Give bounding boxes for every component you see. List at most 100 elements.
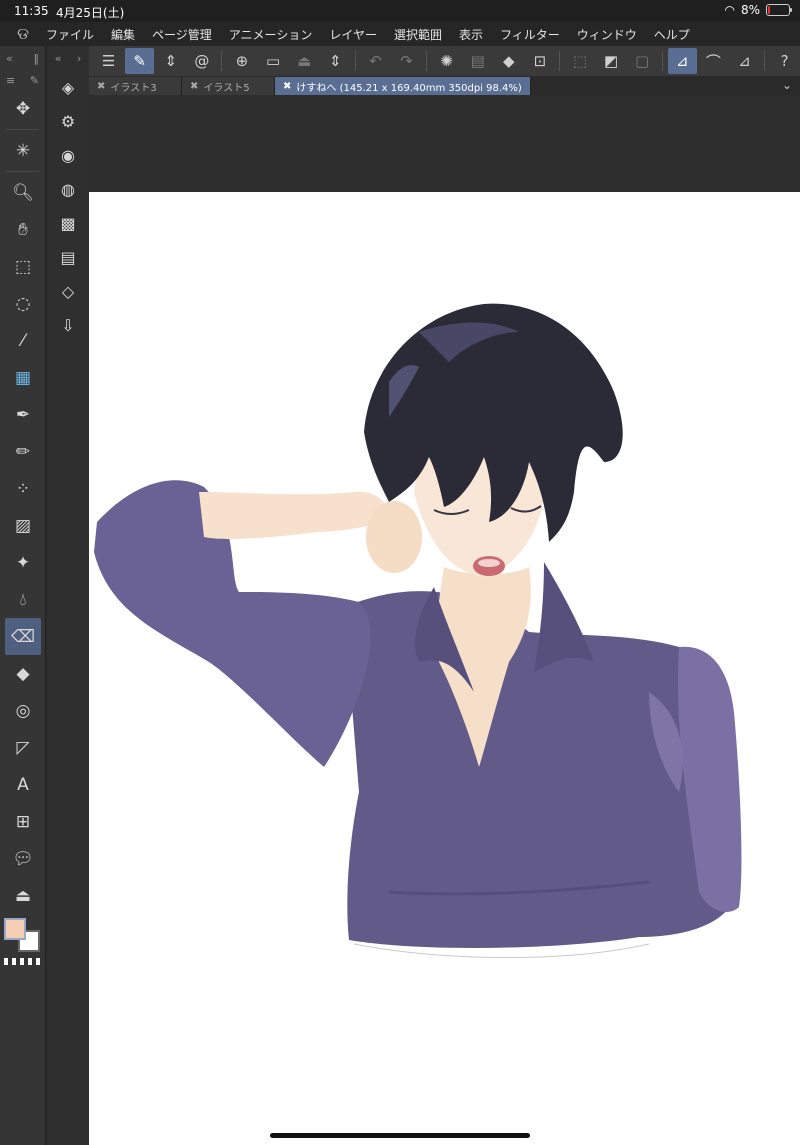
menu-edit[interactable]: 編集 (111, 26, 135, 43)
move-icon[interactable]: ✥ (0, 90, 46, 127)
new-file-icon[interactable]: ⊕ (227, 48, 256, 74)
lasso-icon[interactable]: ◌ (0, 285, 46, 322)
brush-small-icon: ✎ (29, 73, 39, 87)
edit-mode-icon[interactable]: ✎ (125, 48, 155, 74)
document-tabs: ✖ イラスト3 ✖ イラスト5 ✖ けすねへ (145.21 x 169.40m… (89, 77, 800, 95)
collapse-left-icon[interactable]: « (6, 52, 13, 65)
menu-window[interactable]: ウィンドウ (577, 26, 637, 43)
close-icon[interactable]: ✖ (190, 81, 198, 92)
menu-page[interactable]: ページ管理 (152, 26, 212, 43)
tool-palette: « ‖ ≡ ✎ ✥ ✳ 🔍︎ ✋︎ ⬚ ◌ ⁄ ▦ ✒ ✏ ⁘ ▨ ✦ 💧︎ ⌫… (0, 46, 46, 1145)
menu-bar: ଡ ファイル 編集 ページ管理 アニメーション レイヤー 選択範囲 表示 フィル… (0, 22, 800, 46)
hand (366, 501, 422, 573)
tool-palette-header: « ‖ (0, 46, 45, 70)
menu-layer[interactable]: レイヤー (329, 26, 377, 43)
drag-handle-icon[interactable]: ‖ (34, 52, 40, 65)
fill-icon[interactable]: ◆ (0, 655, 46, 692)
tab-label: イラスト5 (203, 82, 250, 94)
pencil-icon[interactable]: ✏ (0, 433, 46, 470)
illustration (94, 303, 742, 958)
ruler-snap-icon[interactable]: ⊿ (667, 48, 697, 74)
fill-command-icon[interactable]: ◆ (494, 48, 523, 74)
transform-icon[interactable]: ⊡ (525, 48, 554, 74)
redo-icon[interactable]: ↷ (392, 48, 421, 74)
help-icon[interactable]: ? (770, 48, 799, 74)
up-down-icon[interactable]: ⇕ (156, 48, 185, 74)
forearm (199, 491, 389, 540)
date: 4月25日(土) (56, 6, 125, 20)
hand-icon[interactable]: ✋︎ (0, 211, 46, 248)
import-icon[interactable]: ⇩ (47, 308, 89, 342)
airbrush-icon[interactable]: ⁘ (0, 470, 46, 507)
command-bar: ☰ ✎ ⇕ @ ⊕ ▭ ⏏ ⇕ ↶ ↷ ✺ ▤ ◆ ⊡ ⬚ ◩ ▢ ⊿ ⌒ ⊿ … (89, 46, 800, 76)
fill-settings-icon[interactable]: ◉ (47, 138, 89, 172)
fill-layer-icon[interactable]: ▦ (0, 359, 46, 396)
open-folder-icon[interactable]: ▭ (259, 48, 288, 74)
spiral-icon[interactable]: @ (187, 48, 216, 74)
app-logo-icon[interactable]: ଡ (0, 24, 46, 44)
frame-icon[interactable]: ⊞ (0, 803, 46, 840)
save-icon[interactable]: ⏏ (290, 48, 319, 74)
object-select-icon[interactable]: ⬚ (0, 248, 46, 285)
clear-outside-icon[interactable]: ▤ (463, 48, 492, 74)
transparent-color-swatch[interactable] (4, 958, 42, 965)
chevron-down-icon[interactable]: ⌄ (782, 78, 792, 92)
up-down2-icon[interactable]: ⇕ (321, 48, 350, 74)
smudge-icon[interactable]: ◎ (0, 692, 46, 729)
text-icon[interactable]: A (0, 766, 46, 803)
sub-tool-palette: « › ◈ ⚙ ◉ ◍ ▩ ▤ ◇ ⇩ (47, 46, 89, 1145)
layer-props-icon[interactable]: ◈ (47, 70, 89, 104)
sparkle-icon[interactable]: ✦ (0, 544, 46, 581)
tab-label: けすねへ (145.21 x 169.40mm 350dpi 98.4%) (296, 82, 522, 94)
color-swatches (0, 914, 45, 974)
hamburger-menu-icon[interactable]: ☰ (94, 48, 123, 74)
battery-level (768, 6, 770, 14)
navigator-icon[interactable]: ◍ (47, 172, 89, 206)
menu-help[interactable]: ヘルプ (654, 26, 690, 43)
clear-icon[interactable]: ✺ (432, 48, 461, 74)
home-indicator (270, 1133, 530, 1138)
ruler-icon[interactable]: ◸ (0, 729, 46, 766)
drawing-canvas[interactable] (89, 192, 800, 1145)
main-color-swatch[interactable] (4, 918, 26, 940)
clock: 11:35 (14, 4, 49, 18)
layers-icon[interactable]: ◇ (47, 274, 89, 308)
deselect-icon[interactable]: ⬚ (565, 48, 594, 74)
material-icon[interactable]: ▩ (47, 206, 89, 240)
brush-snap-icon[interactable]: ⌒ (699, 48, 728, 74)
tab-illust5[interactable]: ✖ イラスト5 (182, 77, 275, 95)
menu-animation[interactable]: アニメーション (229, 26, 313, 43)
line-snap-icon[interactable]: ⊿ (730, 48, 759, 74)
invert-selection-icon[interactable]: ◩ (597, 48, 626, 74)
selection-border-icon[interactable]: ▢ (628, 48, 657, 74)
collapse-icon[interactable]: « (55, 52, 62, 65)
animation-icon[interactable]: ▤ (47, 240, 89, 274)
balloon-icon[interactable]: 💬︎ (0, 840, 46, 877)
tab-current[interactable]: ✖ けすねへ (145.21 x 169.40mm 350dpi 98.4%) (275, 77, 531, 95)
sub-tool-header: « › (47, 46, 89, 70)
zoom-icon[interactable]: 🔍︎ (0, 174, 46, 211)
layer-settings-icon[interactable]: ⚙ (47, 104, 89, 138)
wand-icon[interactable]: ✳ (0, 132, 46, 169)
tab-illust3[interactable]: ✖ イラスト3 (89, 77, 182, 95)
close-icon[interactable]: ✖ (97, 81, 105, 92)
menu-view[interactable]: 表示 (459, 26, 483, 43)
palette-menu-icon[interactable]: ≡ (6, 74, 15, 87)
menu-file[interactable]: ファイル (46, 26, 94, 43)
pen-icon[interactable]: ✒ (0, 396, 46, 433)
undo-icon[interactable]: ↶ (361, 48, 390, 74)
status-bar: 11:35 4月25日(土) ◠ 8% (0, 0, 800, 22)
eyedropper-icon[interactable]: ⁄ (0, 322, 46, 359)
gradient-icon[interactable]: ▨ (0, 507, 46, 544)
menu-filter[interactable]: フィルター (500, 26, 560, 43)
tab-label: イラスト3 (110, 82, 157, 94)
blend-icon[interactable]: 💧︎ (0, 581, 46, 618)
stamp-icon[interactable]: ⏏ (0, 877, 46, 914)
menu-selection[interactable]: 選択範囲 (394, 26, 442, 43)
collar-right (534, 562, 594, 672)
expand-icon[interactable]: › (77, 52, 81, 65)
eraser-icon[interactable]: ⌫ (5, 618, 41, 655)
status-right: ◠ 8% (724, 3, 792, 17)
close-icon[interactable]: ✖ (283, 81, 291, 92)
workspace (89, 95, 800, 1145)
